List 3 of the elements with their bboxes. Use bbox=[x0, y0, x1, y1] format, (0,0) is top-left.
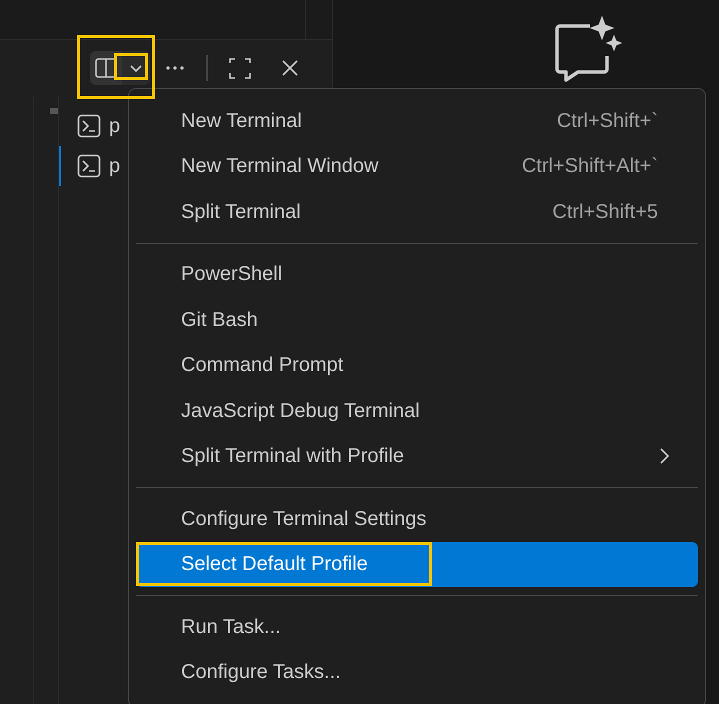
shortcut-label: Ctrl+Shift+Alt+` bbox=[522, 154, 658, 180]
shortcut-label: Ctrl+Shift+` bbox=[556, 108, 658, 134]
shortcut-label: Ctrl+Shift+5 bbox=[552, 200, 658, 225]
